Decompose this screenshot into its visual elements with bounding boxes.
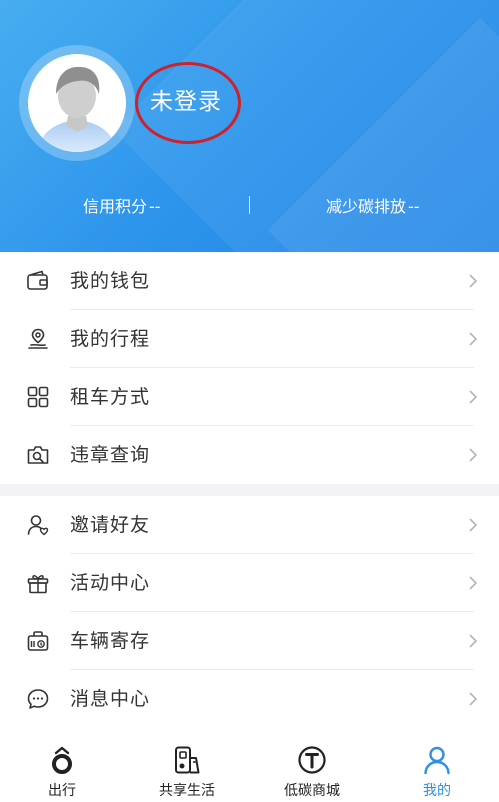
wallet-icon	[27, 270, 48, 290]
tab-travel[interactable]: 出行	[0, 738, 124, 802]
menu-item-activity[interactable]: 活动中心	[0, 554, 499, 612]
menu-item-storage[interactable]: 车辆寄存	[0, 612, 499, 670]
menu-label: 车辆寄存	[70, 630, 151, 652]
tab-mine[interactable]: 我的	[375, 738, 499, 802]
route-pin-icon	[28, 328, 48, 349]
chevron-right-icon	[469, 634, 478, 648]
menu-label: 租车方式	[70, 386, 151, 408]
menu-item-trips[interactable]: 我的行程	[0, 310, 499, 368]
travel-icon	[52, 746, 72, 774]
tab-label: 低碳商城	[284, 783, 340, 799]
tab-label: 出行	[48, 783, 76, 799]
user-heart-icon	[27, 515, 49, 536]
default-avatar-icon	[38, 66, 116, 152]
menu-label: 违章查询	[70, 444, 151, 466]
credit-stat[interactable]: 信用积分 --	[83, 190, 161, 224]
tab-share-life[interactable]: 共享生活	[125, 738, 249, 802]
carbon-value: --	[408, 197, 420, 216]
menu-label: 邀请好友	[70, 514, 151, 536]
menu-label: 消息中心	[70, 688, 151, 710]
menu-label: 我的钱包	[70, 270, 151, 292]
grid-icon	[27, 386, 49, 408]
chevron-right-icon	[469, 448, 478, 462]
chevron-right-icon	[469, 390, 478, 404]
bottom-tab-bar: 出行 共享生活 低碳商城 我的	[0, 738, 499, 802]
highlight-circle	[135, 62, 241, 144]
chevron-right-icon	[469, 274, 478, 288]
menu-item-wallet[interactable]: 我的钱包	[0, 252, 499, 310]
stats-bar: 信用积分 -- 减少碳排放 --	[0, 190, 499, 224]
carbon-stat[interactable]: 减少碳排放 --	[326, 190, 420, 224]
credit-value: --	[149, 197, 161, 216]
storage-lock-icon	[27, 631, 49, 651]
chevron-right-icon	[469, 576, 478, 590]
share-life-icon	[175, 746, 200, 774]
section-gap	[0, 484, 499, 496]
credit-label: 信用积分	[83, 197, 148, 216]
chevron-right-icon	[469, 332, 478, 346]
menu-item-invite[interactable]: 邀请好友	[0, 496, 499, 554]
tab-low-carbon-mall[interactable]: 低碳商城	[250, 738, 374, 802]
tab-label: 我的	[423, 783, 451, 799]
avatar[interactable]	[28, 54, 126, 152]
gift-icon	[27, 575, 49, 594]
menu-label: 我的行程	[70, 328, 151, 350]
menu-item-messages[interactable]: 消息中心	[0, 670, 499, 728]
tab-label: 共享生活	[159, 783, 215, 799]
carbon-label: 减少碳排放	[326, 197, 407, 216]
chevron-right-icon	[469, 518, 478, 532]
chevron-right-icon	[469, 692, 478, 706]
stats-divider	[249, 196, 250, 214]
camera-search-icon	[27, 446, 49, 464]
t-circle-icon	[298, 746, 326, 774]
menu-item-rental-mode[interactable]: 租车方式	[0, 368, 499, 426]
person-icon	[424, 746, 450, 775]
menu-item-violation[interactable]: 违章查询	[0, 426, 499, 484]
menu-label: 活动中心	[70, 572, 151, 594]
message-icon	[27, 689, 49, 709]
profile-header: 未登录 信用积分 -- 减少碳排放 --	[0, 0, 499, 252]
